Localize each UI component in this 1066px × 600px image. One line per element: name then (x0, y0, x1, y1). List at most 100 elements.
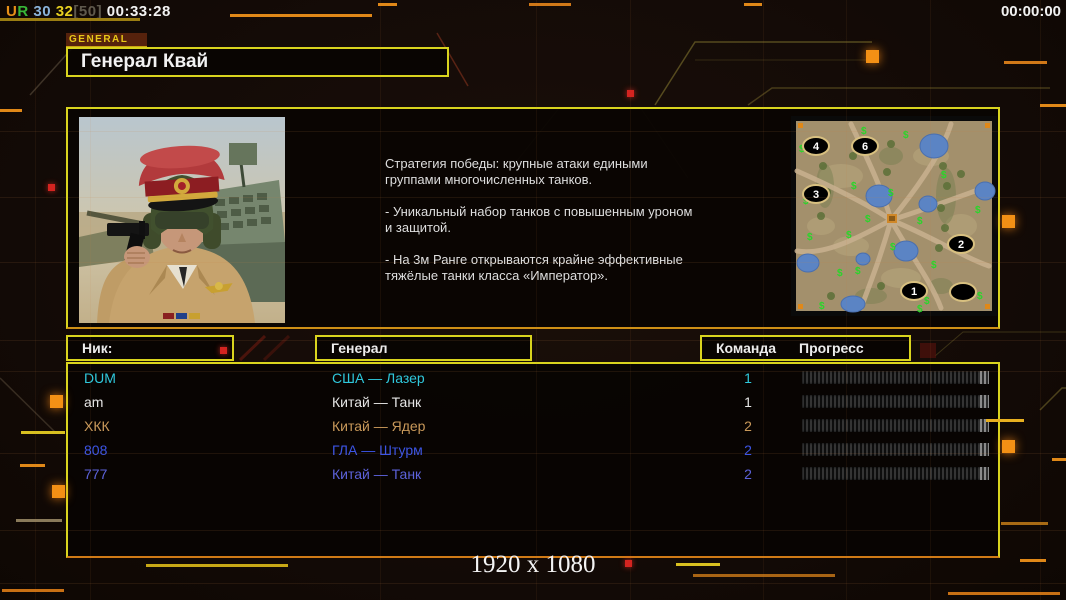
svg-text:$: $ (890, 242, 896, 253)
svg-text:$: $ (924, 296, 930, 307)
svg-text:$: $ (846, 230, 852, 241)
rank-letter-u: U (6, 3, 17, 20)
minimap: $$$ $$$ $$$ $$$ $$$ $$$ $$ 4 6 3 (791, 116, 997, 316)
start-position-empty (950, 283, 976, 301)
player-team: 1 (734, 390, 762, 414)
player-nick: am (84, 390, 103, 414)
decor (48, 184, 55, 191)
player-general: США — Лазер (332, 366, 425, 390)
decor (35, 0, 36, 600)
decor (866, 50, 879, 63)
match-timer-left: UR 30 32[50] 00:33:28 (6, 3, 171, 20)
player-nick: ХКК (84, 414, 110, 438)
player-team: 2 (734, 414, 762, 438)
game-timer: 00:00:00 (1001, 3, 1061, 20)
decor (1040, 0, 1041, 600)
decor (146, 564, 288, 567)
player-general: Китай — Ядер (332, 414, 425, 438)
svg-text:$: $ (855, 266, 861, 277)
strategy-description: Стратегия победы: крупные атаки едиными … (385, 156, 715, 284)
general-portrait (79, 117, 285, 323)
decor (1020, 559, 1046, 562)
svg-text:$: $ (917, 304, 923, 315)
decor (693, 574, 835, 577)
decor (230, 14, 372, 17)
decor (1002, 215, 1015, 228)
player-team: 2 (734, 438, 762, 462)
decor (529, 3, 571, 6)
player-nick: DUM (84, 366, 116, 390)
decor (627, 90, 634, 97)
decor (0, 583, 1066, 584)
player-nick: 777 (84, 462, 107, 486)
svg-text:$: $ (917, 216, 923, 227)
player-team: 1 (734, 366, 762, 390)
player-general: ГЛА — Штурм (332, 438, 423, 462)
decor (1004, 61, 1047, 64)
decor (625, 560, 632, 567)
decor (676, 563, 720, 566)
counter-primary: 30 (33, 3, 51, 20)
svg-text:$: $ (977, 291, 983, 302)
player-general: Китай — Танк (332, 462, 421, 486)
decor (0, 109, 22, 112)
svg-text:$: $ (975, 205, 981, 216)
table-row: am Китай — Танк 1 (68, 390, 998, 414)
start-position-number: 3 (813, 189, 819, 201)
decor (1040, 104, 1066, 107)
general-name-title: Генерал Квай (66, 47, 449, 77)
counter-secondary: 32 (56, 3, 74, 20)
progress-bar (802, 395, 989, 408)
counter-max: [50] (73, 3, 102, 20)
progress-bar (802, 419, 989, 432)
svg-text:$: $ (851, 181, 857, 192)
start-position-number: 4 (813, 141, 820, 153)
table-row: ХКК Китай — Ядер 2 (68, 414, 998, 438)
svg-text:$: $ (861, 126, 867, 137)
column-header-progress: Прогресс (799, 337, 864, 359)
column-header-team: Команда (716, 337, 776, 359)
decor (16, 519, 62, 522)
column-header-team-progress: Команда Прогресс (700, 335, 911, 361)
decor (1052, 458, 1066, 461)
svg-text:$: $ (888, 188, 894, 199)
decor (50, 395, 63, 408)
decor (744, 3, 762, 6)
progress-bar (802, 467, 989, 480)
table-row: 808 ГЛА — Штурм 2 (68, 438, 998, 462)
players-table: DUM США — Лазер 1 am Китай — Танк 1 ХКК … (66, 362, 1000, 558)
svg-text:$: $ (865, 214, 871, 225)
elapsed-time: 00:33:28 (107, 3, 171, 20)
decor (52, 485, 65, 498)
start-position-number: 2 (958, 239, 964, 251)
svg-text:$: $ (941, 170, 947, 181)
decor (2, 589, 64, 592)
decor (1002, 440, 1015, 453)
svg-text:$: $ (931, 260, 937, 271)
column-header-general: Генерал (315, 335, 532, 361)
decor (1001, 522, 1048, 525)
svg-text:$: $ (819, 301, 825, 312)
table-row: DUM США — Лазер 1 (68, 366, 998, 390)
player-nick: 808 (84, 438, 107, 462)
decor (21, 431, 65, 434)
minimap-image: $$$ $$$ $$$ $$$ $$$ $$$ $$ 4 6 3 (791, 116, 997, 316)
game-screen: UR 30 32[50] 00:33:28 00:00:00 GENERAL Г… (0, 0, 1066, 600)
decor (378, 3, 397, 6)
start-position-number: 1 (911, 286, 917, 298)
svg-text:$: $ (903, 130, 909, 141)
rank-letter-r: R (17, 3, 28, 20)
decor (948, 592, 1060, 595)
start-position-number: 6 (862, 141, 868, 153)
player-team: 2 (734, 462, 762, 486)
resolution-label: 1920 x 1080 (471, 551, 596, 579)
progress-bar (802, 371, 989, 384)
general-tag-label: GENERAL (66, 33, 147, 48)
decor (20, 464, 45, 467)
player-general: Китай — Танк (332, 390, 421, 414)
general-portrait-image (79, 117, 285, 323)
table-row: 777 Китай — Танк 2 (68, 462, 998, 486)
svg-text:$: $ (837, 268, 843, 279)
progress-bar (802, 443, 989, 456)
svg-text:$: $ (807, 232, 813, 243)
